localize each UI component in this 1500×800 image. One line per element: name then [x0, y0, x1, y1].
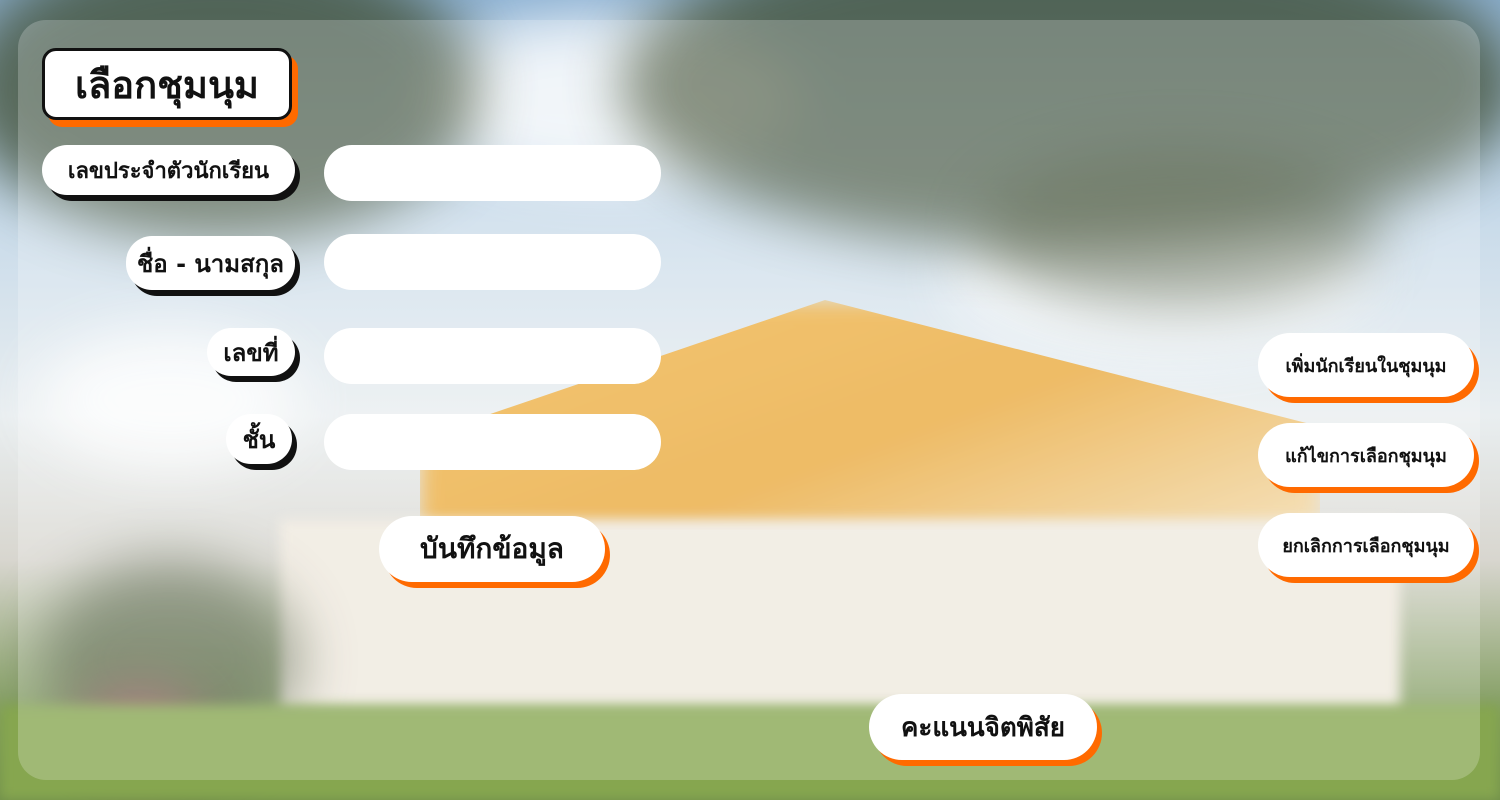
- full-name-label: ชื่อ - นามสกุล: [126, 236, 295, 290]
- cancel-selection-button[interactable]: ยกเลิกการเลือกชุมนุม: [1258, 513, 1474, 577]
- edit-selection-button[interactable]: แก้ไขการเลือกชุมนุม: [1258, 423, 1474, 487]
- student-id-label: เลขประจำตัวนักเรียน: [42, 145, 295, 195]
- save-button[interactable]: บันทึกข้อมูล: [379, 516, 605, 582]
- page-title: เลือกชุมนุม: [42, 48, 292, 120]
- full-name-input[interactable]: [324, 234, 661, 290]
- content-panel: [18, 20, 1480, 780]
- class-input[interactable]: [324, 414, 661, 470]
- number-input[interactable]: [324, 328, 661, 384]
- student-id-input[interactable]: [324, 145, 661, 201]
- class-label: ชั้น: [226, 414, 292, 464]
- character-score-button[interactable]: คะแนนจิตพิสัย: [869, 694, 1097, 760]
- add-student-button[interactable]: เพิ่มนักเรียนในชุมนุม: [1258, 333, 1474, 397]
- number-label: เลขที่: [207, 328, 295, 376]
